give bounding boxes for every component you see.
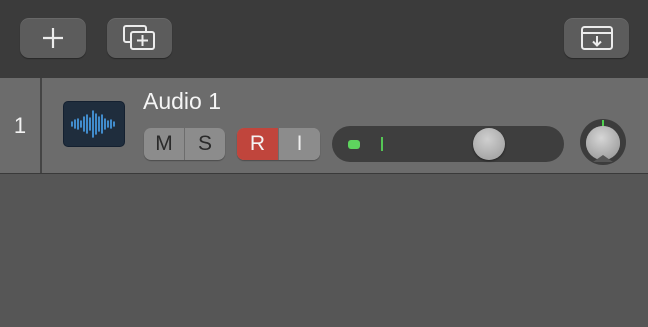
toolbar [0,0,648,78]
new-track-stack-button[interactable] [107,18,172,58]
pan-knob[interactable] [578,117,628,167]
volume-fader-handle[interactable] [473,128,506,160]
record-enable-button[interactable]: R [237,128,278,160]
add-track-button[interactable] [20,18,86,58]
track-row[interactable]: 1 Audio 1 M S R I [0,78,648,174]
plus-icon [43,28,63,48]
track-number: 1 [13,112,27,138]
mute-solo-group: M S [144,128,225,160]
level-meter-tick [381,137,383,151]
input-monitoring-button[interactable]: I [278,128,320,160]
record-input-group: R I [237,128,320,160]
audio-waveform-icon [71,110,115,138]
stack-plus-icon [122,25,155,50]
track-number-cell: 1 [0,78,42,173]
level-meter-led [348,140,360,149]
download-button[interactable] [564,18,629,58]
track-name[interactable]: Audio 1 [143,86,221,116]
solo-button[interactable]: S [184,128,225,160]
mute-button[interactable]: M [144,128,184,160]
download-tray-icon [580,26,613,50]
track-icon[interactable] [64,102,124,146]
volume-fader[interactable] [332,126,564,162]
